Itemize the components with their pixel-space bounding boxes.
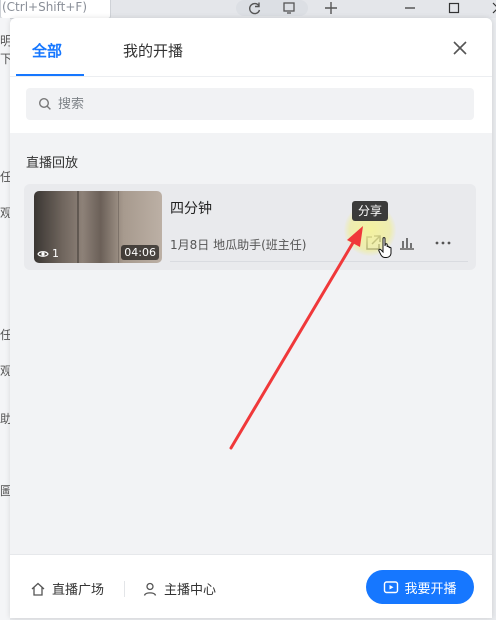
share-tooltip: 分享 — [352, 201, 389, 221]
background-text-fragment: 明 — [0, 34, 10, 48]
background-text-fragment: 任) — [0, 170, 10, 184]
tab-all[interactable]: 全部 — [32, 40, 62, 61]
background-left-strip — [0, 18, 10, 620]
background-text-fragment: 观 — [0, 206, 10, 220]
card-divider — [170, 261, 468, 262]
section-title: 直播回放 — [26, 156, 79, 171]
panel-footer: 直播广场 主播中心 我要开播 — [10, 554, 492, 618]
background-toolbar-controls — [236, 0, 348, 16]
more-button[interactable] — [432, 232, 454, 254]
search-box — [26, 88, 474, 120]
background-text-fragment: 圖 — [0, 484, 10, 498]
live-panel: 全部 我的开播 直播回放 1 04:06 四分钟 1月8日 地瓜助手(班主任) — [10, 18, 492, 618]
hand-cursor-icon — [378, 237, 392, 258]
eye-icon — [37, 250, 49, 257]
live-plaza-link[interactable]: 直播广场 — [30, 579, 104, 598]
more-icon — [435, 241, 451, 245]
home-icon — [31, 582, 45, 596]
add-icon[interactable] — [314, 0, 348, 16]
replay-card[interactable]: 1 04:06 四分钟 1月8日 地瓜助手(班主任) — [24, 184, 476, 270]
background-text-fragment: 任 — [0, 328, 10, 342]
background-text-fragment: 观 — [0, 364, 10, 378]
user-icon — [143, 582, 157, 596]
refresh-icon[interactable] — [238, 0, 272, 16]
go-live-label: 我要开播 — [404, 581, 457, 597]
window-controls — [388, 0, 496, 16]
window-close-icon[interactable] — [476, 0, 496, 16]
go-live-button[interactable]: 我要开播 — [366, 570, 474, 604]
background-shortcut-hint: (Ctrl+Shift+F) — [0, 0, 111, 19]
background-text-fragment: 下 — [0, 52, 10, 66]
search-input[interactable] — [58, 96, 458, 112]
view-count-value: 1 — [52, 247, 59, 260]
panel-header: 全部 我的开播 — [10, 18, 492, 133]
screen-icon[interactable] — [272, 0, 306, 16]
search-icon — [38, 97, 51, 110]
anchor-center-link[interactable]: 主播中心 — [142, 579, 216, 598]
anchor-center-label: 主播中心 — [164, 583, 217, 598]
minimize-icon[interactable] — [388, 0, 432, 16]
tab-divider — [10, 76, 492, 77]
bar-chart-icon — [400, 238, 414, 250]
footer-separator — [124, 581, 125, 597]
recording-title[interactable]: 四分钟 — [170, 198, 212, 218]
duration-badge: 04:06 — [121, 245, 159, 260]
video-thumbnail[interactable]: 1 04:06 — [34, 191, 162, 263]
statistics-button[interactable] — [396, 232, 418, 254]
tab-my-broadcasts[interactable]: 我的开播 — [123, 40, 183, 61]
live-plaza-label: 直播广场 — [52, 583, 105, 598]
background-text-fragment: 助 — [0, 412, 10, 426]
view-count: 1 — [37, 247, 59, 260]
maximize-icon[interactable] — [432, 0, 476, 16]
background-titlebar: (Ctrl+Shift+F) — [0, 0, 496, 19]
close-icon[interactable] — [450, 38, 470, 58]
live-camera-icon — [384, 581, 399, 594]
recording-meta: 1月8日 地瓜助手(班主任) — [170, 238, 307, 252]
